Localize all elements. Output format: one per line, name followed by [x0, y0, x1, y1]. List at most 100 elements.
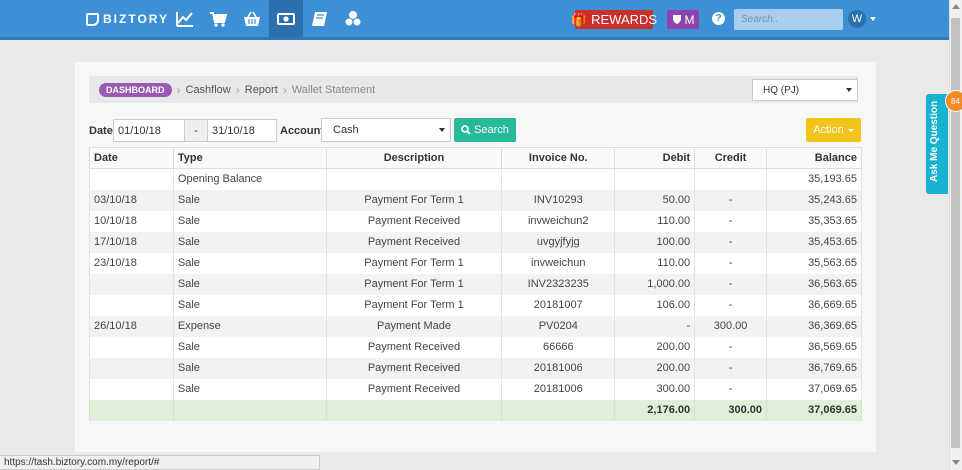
nav-cashflow[interactable]: [269, 0, 303, 37]
chevron-down-icon: [439, 128, 445, 132]
cell-invoice: invweichun: [501, 252, 616, 274]
cell-date: [89, 357, 174, 379]
cell-credit: -: [694, 294, 768, 316]
chart-line-icon: [176, 11, 193, 27]
help-icon[interactable]: ?: [712, 12, 725, 25]
branch-select-value: HQ (PJ): [763, 84, 800, 96]
cell-credit: -: [694, 252, 768, 274]
ask-me-question-tab[interactable]: Ask Me Question: [926, 94, 948, 194]
rewards-button[interactable]: 🎁 REWARDS: [571, 10, 657, 29]
totals-empty-cell: [325, 399, 503, 421]
breadcrumb-dashboard[interactable]: DASHBOARD: [99, 82, 172, 97]
cell-debit: -: [614, 315, 696, 337]
cell-invoice: PV0204: [501, 315, 616, 337]
cell-invoice: 20181006: [501, 357, 616, 379]
cell-type: Sale: [172, 252, 327, 274]
user-avatar[interactable]: W: [848, 10, 866, 28]
scroll-up-arrow-icon[interactable]: [952, 4, 960, 9]
cell-description: Payment For Term 1: [325, 252, 503, 274]
basket-icon: [244, 11, 260, 26]
nav-purchases[interactable]: [235, 0, 269, 37]
scrollbar-thumb[interactable]: [951, 18, 960, 448]
cell-balance: 35,563.65: [766, 252, 862, 274]
cell-type: Sale: [172, 294, 327, 316]
scroll-down-arrow-icon[interactable]: [952, 460, 960, 465]
nav-finance[interactable]: [336, 0, 370, 37]
table-header-row: Date Type Description Invoice No. Debit …: [89, 147, 862, 169]
cell-debit: 110.00: [614, 252, 696, 274]
total-balance: 37,069.65: [766, 399, 862, 421]
cell-type: Sale: [172, 336, 327, 358]
totals-empty-cell: [501, 399, 616, 421]
cell-invoice: 66666: [501, 336, 616, 358]
breadcrumb-report[interactable]: Report: [245, 84, 278, 96]
cell-invoice: uvgyjfyjg: [501, 231, 616, 253]
cell-balance: 35,193.65: [766, 168, 862, 190]
column-header-description[interactable]: Description: [325, 147, 503, 169]
table-row: Sale Payment For Term 1 INV2323235 1,000.00…: [89, 273, 862, 295]
breadcrumb: DASHBOARD › Cashflow › Report › Wallet S…: [89, 76, 858, 103]
column-header-type[interactable]: Type: [172, 147, 327, 169]
table-row: 17/10/18 Sale Payment Received uvgyjfyjg 100…: [89, 231, 862, 253]
column-header-date[interactable]: Date: [89, 147, 174, 169]
date-to-input[interactable]: 31/10/18: [207, 119, 277, 142]
coins-icon: [344, 10, 362, 26]
cell-description: Payment Received: [325, 336, 503, 358]
brand-mark-icon: [86, 12, 99, 26]
nav-sales[interactable]: [201, 0, 235, 37]
breadcrumb-separator-icon: ›: [282, 82, 287, 97]
notification-bubble[interactable]: 84: [945, 90, 962, 112]
column-header-invoice[interactable]: Invoice No.: [501, 147, 616, 169]
wallet-statement-table: Date Type Description Invoice No. Debit …: [89, 147, 862, 421]
shield-icon: [672, 15, 681, 24]
account-select-value: Cash: [333, 124, 359, 136]
cell-debit: 110.00: [614, 210, 696, 232]
cell-date: [89, 273, 174, 295]
search-button[interactable]: Search: [454, 118, 516, 142]
cell-credit: 300.00: [694, 315, 768, 337]
column-header-debit[interactable]: Debit: [614, 147, 696, 169]
cell-type: Sale: [172, 357, 327, 379]
cell-credit: -: [694, 357, 768, 379]
breadcrumb-cashflow[interactable]: Cashflow: [186, 84, 231, 96]
totals-row: 2,176.00 300.00 37,069.65: [89, 399, 862, 421]
cell-debit: 300.00: [614, 378, 696, 400]
action-dropdown-button[interactable]: Action: [806, 118, 861, 142]
table-row: Sale Payment Received 20181006 200.00-36,76…: [89, 357, 862, 379]
totals-empty-cell: [89, 399, 174, 421]
cell-balance: 36,769.65: [766, 357, 862, 379]
cell-date: [89, 168, 174, 190]
brand-logo[interactable]: BIZTORY: [86, 12, 169, 26]
member-badge-button[interactable]: M: [667, 10, 699, 29]
branch-select[interactable]: HQ (PJ): [752, 79, 858, 101]
search-input[interactable]: [734, 9, 843, 30]
table-row: Opening Balance 35,193.65: [89, 168, 862, 190]
cell-invoice: INV2323235: [501, 273, 616, 295]
cell-type: Sale: [172, 189, 327, 211]
table-row: 26/10/18 Expense Payment Made PV0204-300.00…: [89, 315, 862, 337]
table-row: Sale Payment Received 20181006 300.00-37,06…: [89, 378, 862, 400]
total-credit: 300.00: [694, 399, 768, 421]
cell-credit: -: [694, 273, 768, 295]
cell-debit: 100.00: [614, 231, 696, 253]
search-icon: [461, 125, 471, 135]
account-select[interactable]: Cash: [321, 118, 451, 142]
column-header-credit[interactable]: Credit: [694, 147, 768, 169]
cell-credit: [694, 168, 768, 190]
nav-reports[interactable]: [168, 0, 202, 37]
cell-type: Sale: [172, 210, 327, 232]
date-from-input[interactable]: 01/10/18: [113, 119, 185, 142]
cell-credit: -: [694, 210, 768, 232]
cell-date: 23/10/18: [89, 252, 174, 274]
cell-credit: -: [694, 378, 768, 400]
cell-date: 26/10/18: [89, 315, 174, 337]
cell-type: Expense: [172, 315, 327, 337]
cell-invoice: 20181006: [501, 378, 616, 400]
cell-debit: 200.00: [614, 336, 696, 358]
cell-invoice: invweichun2: [501, 210, 616, 232]
cell-balance: 36,569.65: [766, 336, 862, 358]
column-header-balance[interactable]: Balance: [766, 147, 862, 169]
cell-debit: 1,000.00: [614, 273, 696, 295]
nav-accounting[interactable]: [303, 0, 337, 37]
user-menu-caret-icon[interactable]: [870, 17, 876, 21]
